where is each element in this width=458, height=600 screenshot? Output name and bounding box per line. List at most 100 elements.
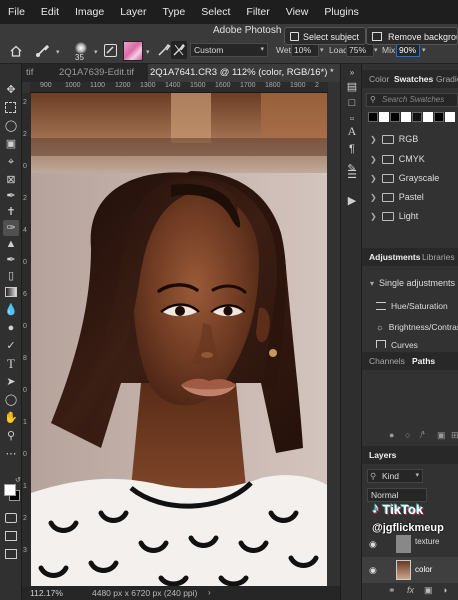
- swatch-recent[interactable]: [379, 112, 389, 122]
- eyedropper-tool-icon[interactable]: ✒: [3, 188, 19, 204]
- swatch-recent[interactable]: [434, 112, 444, 122]
- swatch-folder-pastel[interactable]: ❯ Pastel: [370, 190, 424, 204]
- edit-toolbar-icon[interactable]: [3, 546, 19, 562]
- status-chevron-icon[interactable]: ›: [208, 586, 211, 600]
- swap-colors-icon[interactable]: ↺: [15, 476, 21, 484]
- screen-mode-icon[interactable]: [3, 528, 19, 544]
- menu-view[interactable]: View: [286, 6, 309, 18]
- zoom-level[interactable]: 112.17%: [30, 586, 63, 600]
- preset-select[interactable]: Custom ▾: [190, 43, 268, 57]
- shape-tool-icon[interactable]: ◯: [3, 392, 19, 408]
- tab-layers[interactable]: Layers: [369, 450, 396, 460]
- comments-icon[interactable]: □: [345, 96, 359, 110]
- adjustment-layer-icon[interactable]: ◑: [442, 585, 447, 595]
- tab-paths[interactable]: Paths: [412, 356, 435, 366]
- adjustment-hue-saturation[interactable]: Hue/Saturation: [376, 299, 448, 313]
- quick-mask-icon[interactable]: [3, 510, 19, 526]
- swatch-folder-grayscale[interactable]: ❯ Grayscale: [370, 171, 439, 185]
- toggle-brush-panel-icon[interactable]: [104, 44, 117, 57]
- mixer-brush-tool-icon[interactable]: ✑: [3, 220, 19, 236]
- hand-tool-icon[interactable]: ✋: [3, 410, 19, 426]
- chevron-down-icon[interactable]: ▾: [374, 46, 378, 54]
- chevron-down-icon[interactable]: ▾: [56, 48, 60, 56]
- tab-gradients[interactable]: Gradie: [436, 74, 458, 84]
- single-adjustments-section[interactable]: ▾ Single adjustments: [370, 276, 455, 290]
- eraser-tool-icon[interactable]: ▯: [3, 268, 19, 284]
- swatch-recent[interactable]: [390, 112, 400, 122]
- tab-libraries[interactable]: Libraries: [422, 252, 455, 262]
- menu-filter[interactable]: Filter: [246, 6, 269, 18]
- paragraph-icon[interactable]: ¶: [345, 142, 359, 156]
- link-layers-icon[interactable]: ⚭: [388, 585, 396, 596]
- load-swatch[interactable]: [123, 41, 143, 61]
- layer-filter-kind[interactable]: ⚲ Kind ▾: [367, 469, 423, 483]
- adjustment-curves[interactable]: Curves: [376, 340, 418, 348]
- tab-document-1[interactable]: tif: [26, 64, 52, 82]
- load-brush-icon[interactable]: [157, 43, 171, 57]
- swatch-recent[interactable]: [423, 112, 433, 122]
- tab-document-active[interactable]: 2Q1A7641.CR3 @ 112% (color, RGB/16*) *: [148, 64, 340, 82]
- mix-field[interactable]: 90%: [396, 43, 420, 57]
- swatch-recent[interactable]: [412, 112, 422, 122]
- stroke-path-icon[interactable]: ○: [405, 430, 410, 440]
- brush-preset-picker[interactable]: 35: [70, 40, 92, 62]
- swatch-folder-rgb[interactable]: ❯ RGB: [370, 132, 418, 146]
- chevron-down-icon[interactable]: ▾: [320, 46, 324, 54]
- swatch-folder-light[interactable]: ❯ Light: [370, 209, 418, 223]
- select-subject-button[interactable]: Select subject: [284, 27, 367, 45]
- move-tool-icon[interactable]: ✥: [3, 82, 19, 98]
- chevron-down-icon[interactable]: ▾: [146, 48, 150, 56]
- swatch-folder-cmyk[interactable]: ❯ CMYK: [370, 152, 425, 166]
- swatch-recent[interactable]: [445, 112, 455, 122]
- mask-icon[interactable]: ▣: [437, 430, 446, 441]
- object-selection-tool-icon[interactable]: ▣: [3, 136, 19, 152]
- clone-stamp-tool-icon[interactable]: ▲: [3, 236, 19, 252]
- tab-adjustments[interactable]: Adjustments: [369, 252, 420, 262]
- menu-edit[interactable]: Edit: [41, 6, 59, 18]
- path-selection-tool-icon[interactable]: ➤: [3, 374, 19, 390]
- frame-tool-icon[interactable]: ⊠: [3, 172, 19, 188]
- adjustment-brightness-contrast[interactable]: ☼ Brightness/Contrast: [376, 320, 458, 334]
- type-tool-icon[interactable]: T: [3, 356, 19, 372]
- lasso-tool-icon[interactable]: ◯: [3, 118, 19, 134]
- menu-layer[interactable]: Layer: [120, 6, 146, 18]
- menu-type[interactable]: Type: [162, 6, 185, 18]
- tab-document-2[interactable]: 2Q1A7639-Edit.tif: [58, 64, 148, 82]
- menu-plugins[interactable]: Plugins: [324, 6, 358, 18]
- fx-icon[interactable]: fx: [407, 585, 414, 595]
- foreground-color-swatch[interactable]: [4, 484, 16, 496]
- add-mask-icon[interactable]: ▣: [424, 585, 433, 596]
- swatch-recent[interactable]: [368, 112, 378, 122]
- menu-file[interactable]: File: [8, 6, 25, 18]
- home-icon[interactable]: [10, 45, 22, 57]
- dodge-tool-icon[interactable]: ●: [3, 320, 19, 336]
- collapse-icon[interactable]: »: [345, 66, 359, 80]
- mixer-brush-tool-icon[interactable]: [34, 43, 50, 59]
- blur-tool-icon[interactable]: 💧: [3, 302, 19, 318]
- load-selection-icon[interactable]: ⭚: [420, 430, 425, 441]
- swatch-recent[interactable]: [401, 112, 411, 122]
- tab-swatches[interactable]: Swatches: [394, 74, 433, 84]
- history-brush-tool-icon[interactable]: ✒: [3, 252, 19, 268]
- tab-color[interactable]: Color: [369, 74, 389, 84]
- spot-healing-tool-icon[interactable]: ✝: [3, 204, 19, 220]
- swatches-search-input[interactable]: ⚲ Search Swatches: [366, 93, 458, 107]
- remove-background-button[interactable]: Remove backgroun: [366, 27, 458, 45]
- character-icon[interactable]: A: [345, 124, 359, 138]
- properties-icon[interactable]: ☰: [345, 168, 359, 182]
- chevron-down-icon[interactable]: ▾: [94, 48, 98, 56]
- document-canvas[interactable]: [31, 93, 327, 586]
- crop-tool-icon[interactable]: ⌖: [3, 154, 19, 170]
- new-path-icon[interactable]: ⊞: [451, 430, 458, 441]
- menu-image[interactable]: Image: [75, 6, 104, 18]
- clean-brush-icon[interactable]: [171, 41, 187, 59]
- tab-channels[interactable]: Channels: [369, 356, 405, 366]
- fill-path-icon[interactable]: ●: [389, 430, 394, 440]
- menu-select[interactable]: Select: [201, 6, 230, 18]
- gradient-tool-icon[interactable]: [3, 284, 19, 300]
- actions-icon[interactable]: ▶: [345, 194, 359, 208]
- eye-icon[interactable]: ◉: [369, 565, 377, 576]
- pen-tool-icon[interactable]: ✓: [3, 338, 19, 354]
- more-tools-icon[interactable]: ⋯: [3, 446, 19, 462]
- zoom-tool-icon[interactable]: ⚲: [3, 428, 19, 444]
